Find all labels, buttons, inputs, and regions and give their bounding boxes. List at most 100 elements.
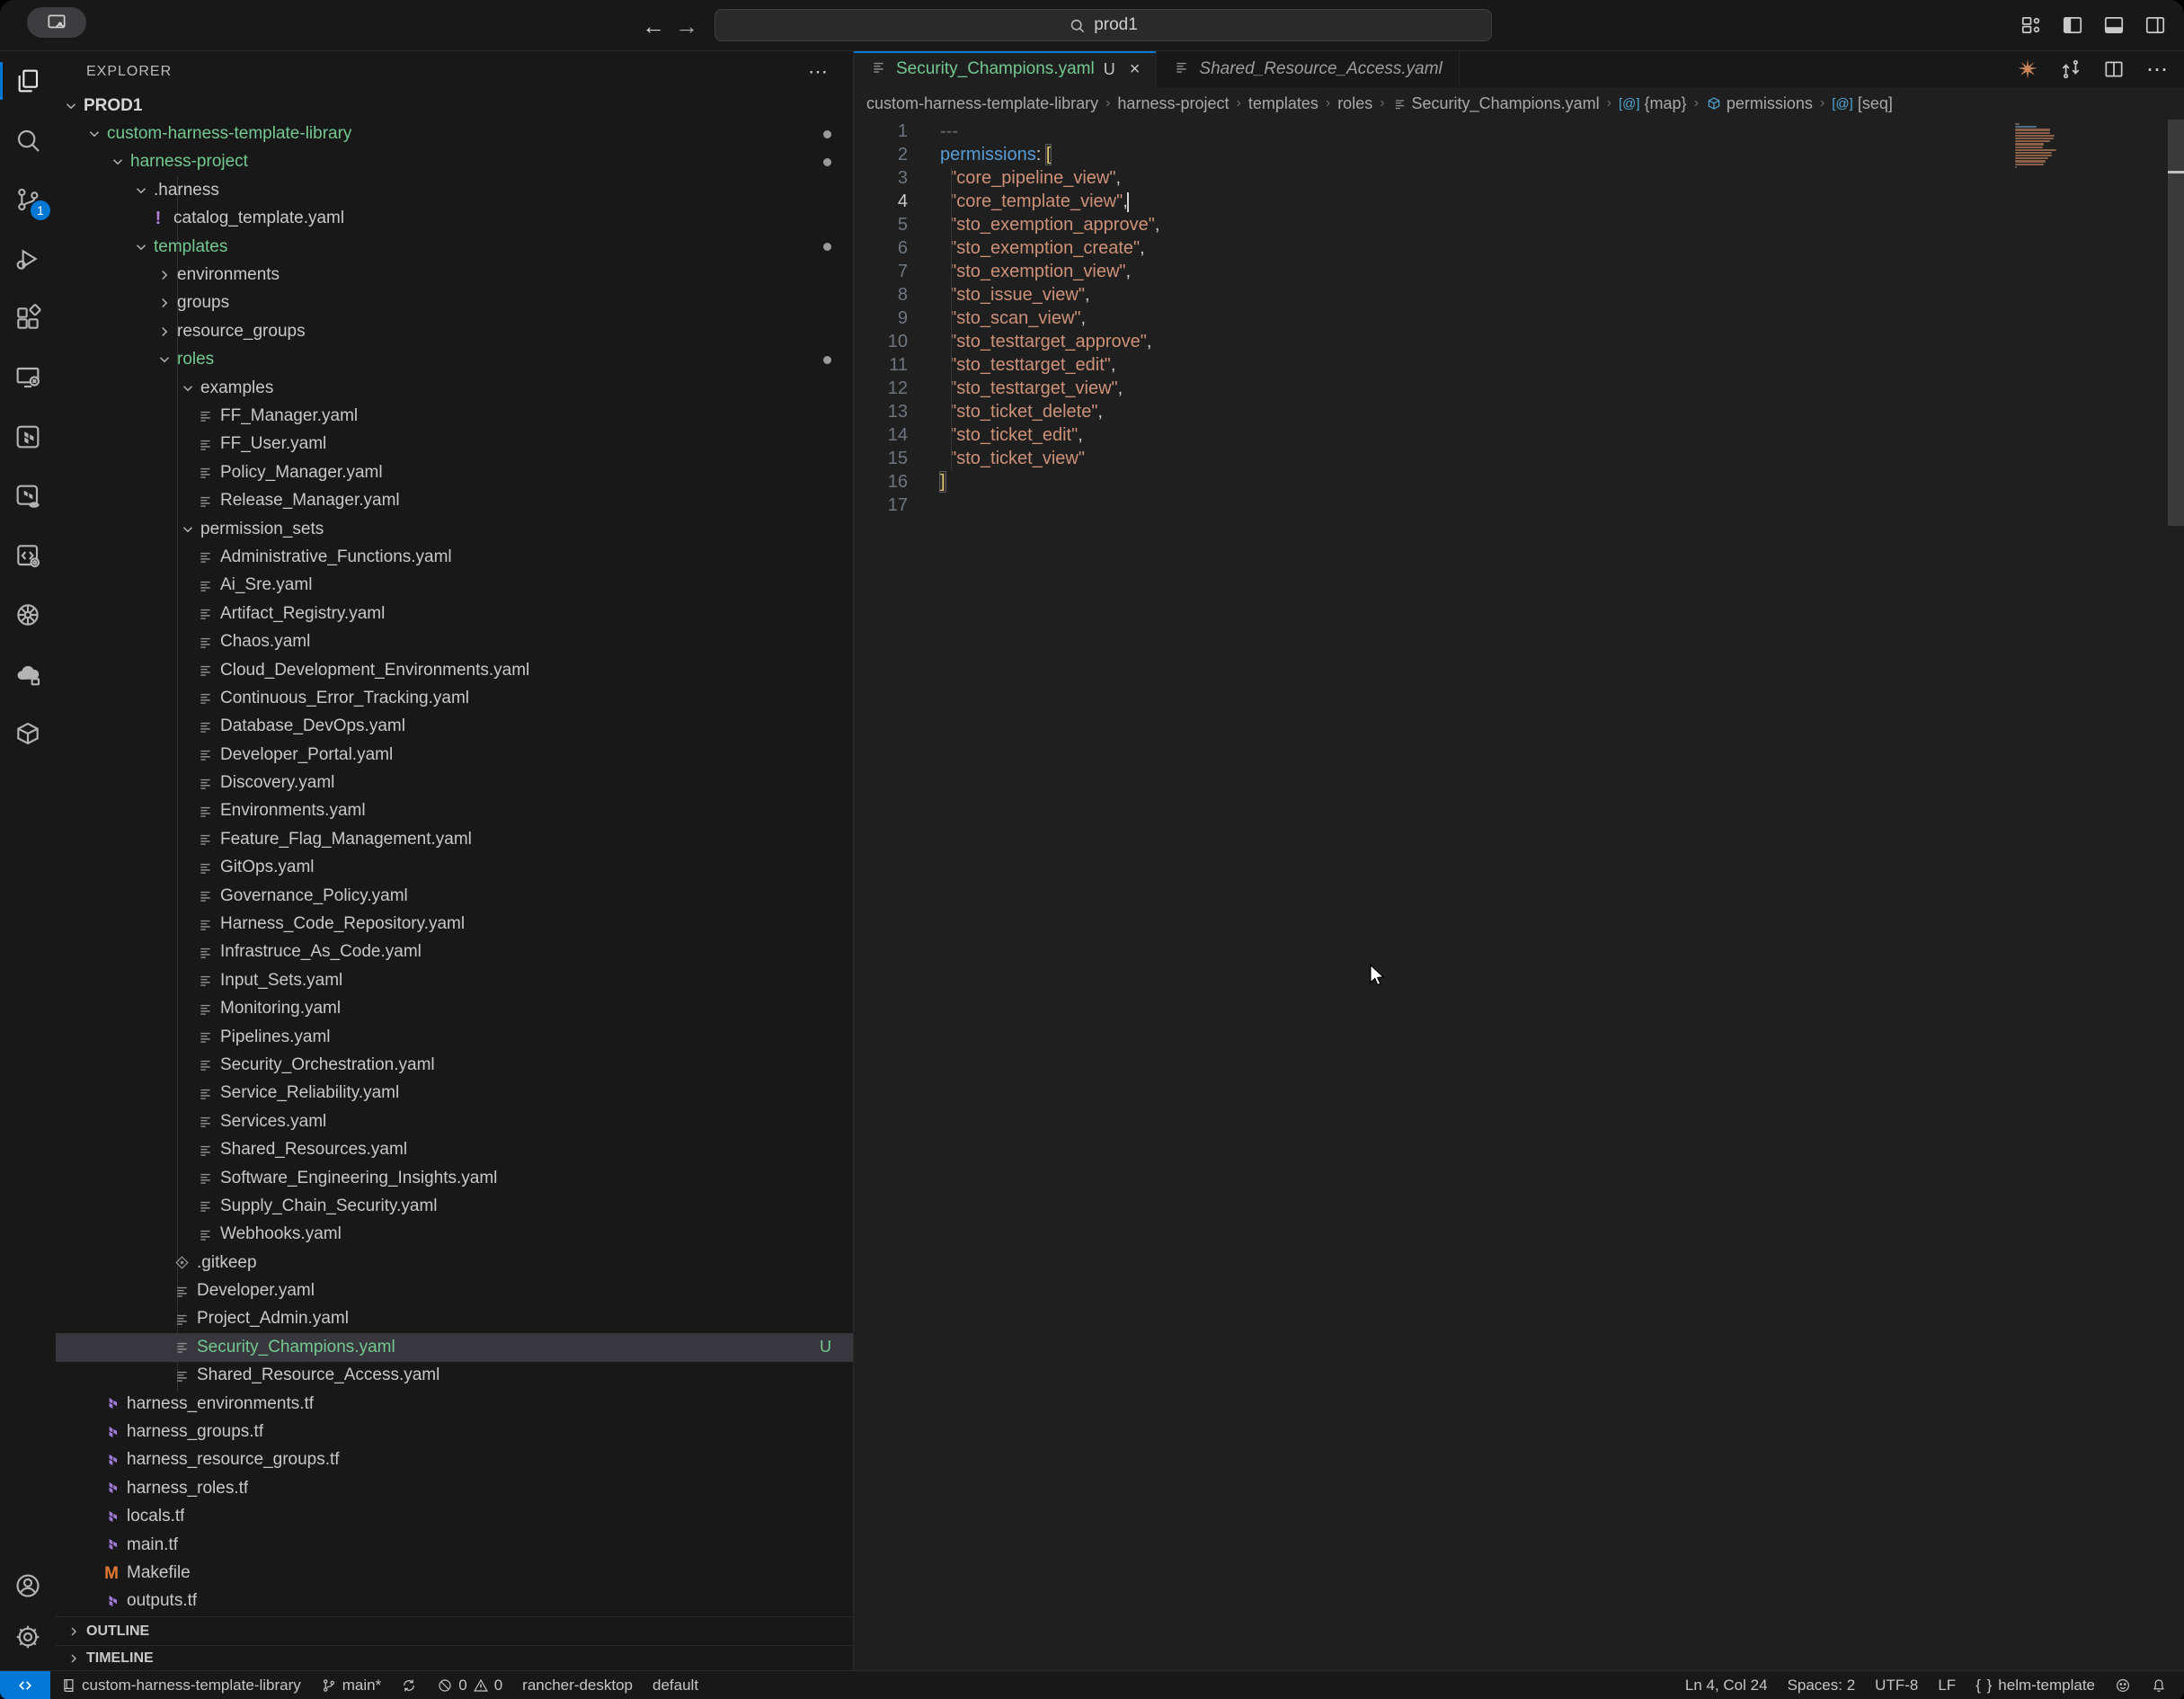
status-eol[interactable]: LF (1928, 1671, 1966, 1699)
tree-file-feature-flag-management-yaml[interactable]: Feature_Flag_Management.yaml (56, 825, 853, 853)
tree-file-cloud-development-environments-yaml[interactable]: Cloud_Development_Environments.yaml (56, 656, 853, 684)
tree-file-software-engineering-insights-yaml[interactable]: Software_Engineering_Insights.yaml (56, 1164, 853, 1192)
toggle-secondary-sidebar-icon[interactable] (2141, 11, 2170, 40)
remote-indicator[interactable] (0, 1671, 50, 1699)
activity-item-settings[interactable] (0, 1609, 56, 1665)
tree-file-developer-yaml[interactable]: Developer.yaml (56, 1276, 853, 1304)
tree-file-harness-code-repository-yaml[interactable]: Harness_Code_Repository.yaml (56, 910, 853, 938)
breadcrumbs[interactable]: custom-harness-template-library›harness-… (854, 87, 2184, 120)
tree-file-harness-roles-tf[interactable]: harness_roles.tf (56, 1474, 853, 1502)
navigate-back-button[interactable]: ← (639, 12, 668, 40)
tree-file-outputs-tf[interactable]: outputs.tf (56, 1588, 853, 1615)
open-changes-icon[interactable] (2056, 55, 2085, 84)
tree-file-shared-resources-yaml[interactable]: Shared_Resources.yaml (56, 1135, 853, 1163)
activity-item-terraform[interactable] (0, 409, 56, 465)
tree-folder-harness-project[interactable]: harness-project (56, 148, 853, 176)
tree-file-service-reliability-yaml[interactable]: Service_Reliability.yaml (56, 1080, 853, 1107)
tree-file-chaos-yaml[interactable]: Chaos.yaml (56, 627, 853, 655)
code-line-12[interactable]: 12 "sto_testtarget_view", (854, 377, 2184, 400)
timeline-section[interactable]: TIMELINE (56, 1645, 853, 1670)
status-workspace[interactable]: custom-harness-template-library (50, 1671, 311, 1699)
tree-file-ff-user-yaml[interactable]: FF_User.yaml (56, 431, 853, 458)
toggle-primary-sidebar-icon[interactable] (2058, 11, 2087, 40)
code-line-10[interactable]: 10 "sto_testtarget_approve", (854, 330, 2184, 353)
breadcrumb-item[interactable]: harness-project (1117, 94, 1229, 113)
status-cursor-position[interactable]: Ln 4, Col 24 (1675, 1671, 1778, 1699)
code-line-5[interactable]: 5 "sto_exemption_approve", (854, 213, 2184, 236)
tree-file-developer-portal-yaml[interactable]: Developer_Portal.yaml (56, 741, 853, 769)
tree-folder--harness[interactable]: .harness (56, 176, 853, 204)
status-problems[interactable]: 00 (427, 1671, 512, 1699)
activity-item-explorer[interactable] (0, 53, 56, 109)
tree-file-continuous-error-tracking-yaml[interactable]: Continuous_Error_Tracking.yaml (56, 684, 853, 712)
tree-file-main-tf[interactable]: main.tf (56, 1531, 853, 1559)
status-notifications[interactable] (2141, 1671, 2177, 1699)
code-line-13[interactable]: 13 "sto_ticket_delete", (854, 400, 2184, 423)
breadcrumb-item[interactable]: templates (1248, 94, 1318, 113)
ai-assistant-icon[interactable] (2013, 55, 2042, 84)
navigate-forward-button[interactable]: → (672, 12, 701, 40)
activity-item-terraform-cloud[interactable] (0, 468, 56, 524)
code-line-11[interactable]: 11 "sto_testtarget_edit", (854, 353, 2184, 377)
tree-file-database-devops-yaml[interactable]: Database_DevOps.yaml (56, 713, 853, 741)
tree-folder-resource-groups[interactable]: resource_groups (56, 317, 853, 345)
tree-file-shared-resource-access-yaml[interactable]: Shared_Resource_Access.yaml (56, 1362, 853, 1390)
tree-file--gitkeep[interactable]: .gitkeep (56, 1249, 853, 1276)
tab-close-icon[interactable]: × (1130, 59, 1141, 80)
activity-item-containers[interactable] (0, 706, 56, 761)
tree-file-gitops-yaml[interactable]: GitOps.yaml (56, 854, 853, 882)
tree-file-catalog-template-yaml[interactable]: !catalog_template.yaml (56, 205, 853, 233)
tree-file-release-manager-yaml[interactable]: Release_Manager.yaml (56, 486, 853, 514)
breadcrumb-item[interactable]: roles (1337, 94, 1372, 113)
code-line-1[interactable]: 1--- (854, 120, 2184, 143)
activity-item-kubernetes[interactable] (0, 587, 56, 643)
status-kube-namespace[interactable]: default (643, 1671, 708, 1699)
code-line-9[interactable]: 9 "sto_scan_view", (854, 307, 2184, 330)
toggle-panel-icon[interactable] (2100, 11, 2128, 40)
tree-file-ff-manager-yaml[interactable]: FF_Manager.yaml (56, 402, 853, 430)
breadcrumb-item[interactable]: [@][seq] (1832, 94, 1893, 113)
tab-security-champions-yaml[interactable]: Security_Champions.yamlU× (854, 51, 1157, 87)
tree-file-harness-groups-tf[interactable]: harness_groups.tf (56, 1418, 853, 1445)
tree-file-discovery-yaml[interactable]: Discovery.yaml (56, 769, 853, 796)
activity-item-cloud-shell[interactable] (0, 646, 56, 702)
code-line-17[interactable]: 17 (854, 494, 2184, 517)
tree-file-locals-tf[interactable]: locals.tf (56, 1503, 853, 1531)
activity-item-extensions[interactable] (0, 290, 56, 346)
tab-shared-resource-access-yaml[interactable]: Shared_Resource_Access.yaml (1157, 51, 1459, 87)
tree-file-project-admin-yaml[interactable]: Project_Admin.yaml (56, 1305, 853, 1333)
activity-item-dev-tasks[interactable] (0, 528, 56, 583)
more-actions-icon[interactable]: ⋯ (2143, 55, 2171, 84)
tree-file-policy-manager-yaml[interactable]: Policy_Manager.yaml (56, 458, 853, 486)
customize-layout-icon[interactable] (2017, 11, 2046, 40)
breadcrumb-item[interactable]: Security_Champions.yaml (1392, 94, 1600, 113)
breadcrumb-item[interactable]: permissions (1706, 94, 1813, 113)
split-editor-icon[interactable] (2100, 55, 2128, 84)
tree-folder-groups[interactable]: groups (56, 289, 853, 317)
code-line-15[interactable]: 15 "sto_ticket_view" (854, 447, 2184, 470)
tree-file-input-sets-yaml[interactable]: Input_Sets.yaml (56, 966, 853, 994)
activity-item-source-control[interactable]: 1 (0, 172, 56, 227)
tree-folder-custom-harness-template-library[interactable]: custom-harness-template-library (56, 120, 853, 147)
tree-file-ai-sre-yaml[interactable]: Ai_Sre.yaml (56, 572, 853, 600)
tree-folder-examples[interactable]: examples (56, 374, 853, 402)
tree-file-monitoring-yaml[interactable]: Monitoring.yaml (56, 995, 853, 1023)
tree-file-harness-environments-tf[interactable]: harness_environments.tf (56, 1390, 853, 1418)
status-kube-context[interactable]: rancher-desktop (512, 1671, 643, 1699)
tree-file-environments-yaml[interactable]: Environments.yaml (56, 797, 853, 825)
status-git-sync[interactable] (391, 1671, 427, 1699)
tree-file-security-champions-yaml[interactable]: Security_Champions.yamlU (56, 1333, 853, 1361)
breadcrumb-item[interactable]: custom-harness-template-library (866, 94, 1098, 113)
breadcrumb-item[interactable]: [@]{map} (1619, 94, 1687, 113)
explorer-more-actions-icon[interactable]: ⋯ (808, 60, 830, 84)
tree-folder-templates[interactable]: templates (56, 233, 853, 261)
tree-file-administrative-functions-yaml[interactable]: Administrative_Functions.yaml (56, 543, 853, 571)
tree-file-governance-policy-yaml[interactable]: Governance_Policy.yaml (56, 882, 853, 910)
tree-file-artifact-registry-yaml[interactable]: Artifact_Registry.yaml (56, 600, 853, 627)
code-line-8[interactable]: 8 "sto_issue_view", (854, 283, 2184, 307)
tree-file-makefile[interactable]: MMakefile (56, 1559, 853, 1587)
editor-scrollbar[interactable] (2168, 120, 2184, 526)
tree-file-infrastruce-as-code-yaml[interactable]: Infrastruce_As_Code.yaml (56, 938, 853, 966)
code-line-2[interactable]: 2permissions: [ (854, 143, 2184, 166)
tree-file-supply-chain-security-yaml[interactable]: Supply_Chain_Security.yaml (56, 1192, 853, 1220)
